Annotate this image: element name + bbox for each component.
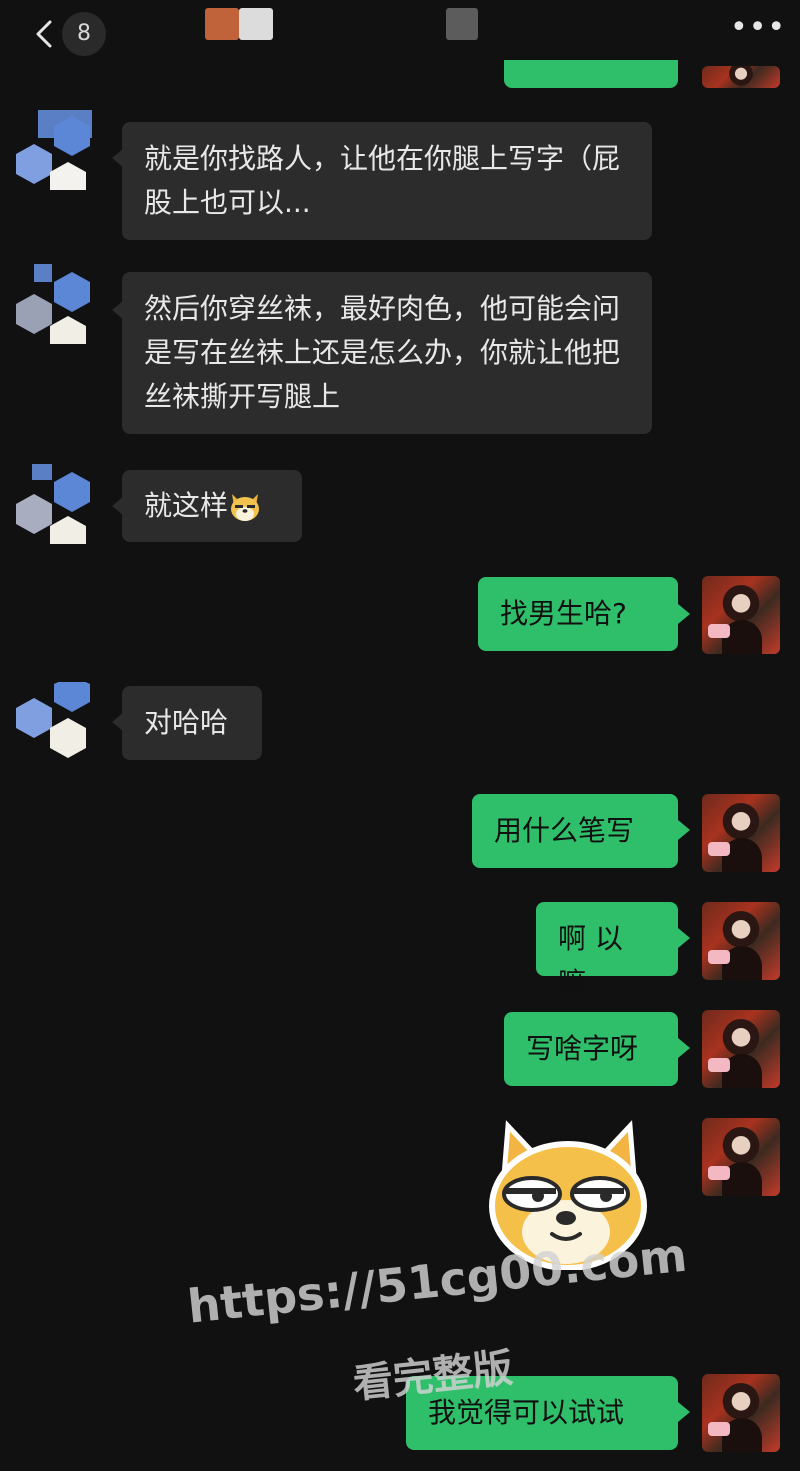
message-bubble[interactable]: 对哈哈 (122, 686, 262, 760)
my-avatar (702, 902, 780, 980)
unread-count-badge: 8 (62, 12, 106, 56)
contact-avatar (16, 682, 90, 758)
message-bubble[interactable]: 找男生哈? (478, 577, 678, 651)
contact-name-redacted-2 (239, 8, 273, 40)
my-avatar (702, 576, 780, 654)
message-text: 啊 以 嘛 (558, 922, 623, 999)
bubble-tail (678, 820, 690, 840)
message-text: 写啥字呀 (526, 1032, 639, 1065)
my-avatar (702, 1118, 780, 1196)
contact-name-redacted-3 (446, 8, 478, 40)
message-text: 然后你穿丝袜，最好肉色，他可能会问是写在丝袜上还是怎么办，你就让他把丝袜撕开写腿… (144, 292, 621, 413)
my-avatar (702, 1374, 780, 1452)
message-text: 找男生哈? (500, 597, 627, 630)
message-bubble[interactable]: 啊 以 嘛 (536, 902, 678, 999)
message-bubble[interactable]: 就是你找路人，让他在你腿上写字（屁股上也可以... (122, 122, 652, 240)
message-bubble[interactable]: 就这样 (122, 470, 302, 542)
my-avatar (702, 794, 780, 872)
message-bubble[interactable]: 写啥字呀 (504, 1012, 678, 1086)
message-bubble-partial (504, 60, 678, 88)
message-text: 就是你找路人，让他在你腿上写字（屁股上也可以... (144, 142, 621, 219)
watermark-url: https://51cg00.com (185, 1227, 690, 1334)
bubble-tail (678, 604, 690, 624)
message-text: 用什么笔写 (494, 814, 635, 847)
bubble-tail (678, 1038, 690, 1058)
contact-name-redacted (205, 8, 239, 40)
message-text: 就这样 (144, 489, 229, 522)
message-bubble[interactable]: 用什么笔写 (472, 794, 678, 868)
bubble-tail (678, 928, 690, 948)
message-text: 对哈哈 (144, 706, 229, 739)
more-options-button[interactable]: ••• (730, 13, 785, 43)
chevron-left-icon (36, 20, 52, 48)
contact-avatar (16, 264, 90, 344)
contact-avatar (16, 110, 92, 190)
bubble-tail (678, 1402, 690, 1422)
my-avatar (702, 1010, 780, 1088)
chat-screen: 8 ••• 就是你找路人，让他在你腿上写字（屁股上也可以... 然后你穿丝袜，最… (0, 0, 800, 1471)
contact-avatar (16, 464, 90, 544)
my-avatar-partial (702, 66, 780, 88)
back-button[interactable]: 8 (24, 12, 114, 56)
doge-face-icon (231, 494, 260, 521)
message-bubble[interactable]: 然后你穿丝袜，最好肉色，他可能会问是写在丝袜上还是怎么办，你就让他把丝袜撕开写腿… (122, 272, 652, 434)
chat-header: 8 ••• (0, 0, 800, 72)
ellipsis-icon: ••• (730, 10, 787, 45)
